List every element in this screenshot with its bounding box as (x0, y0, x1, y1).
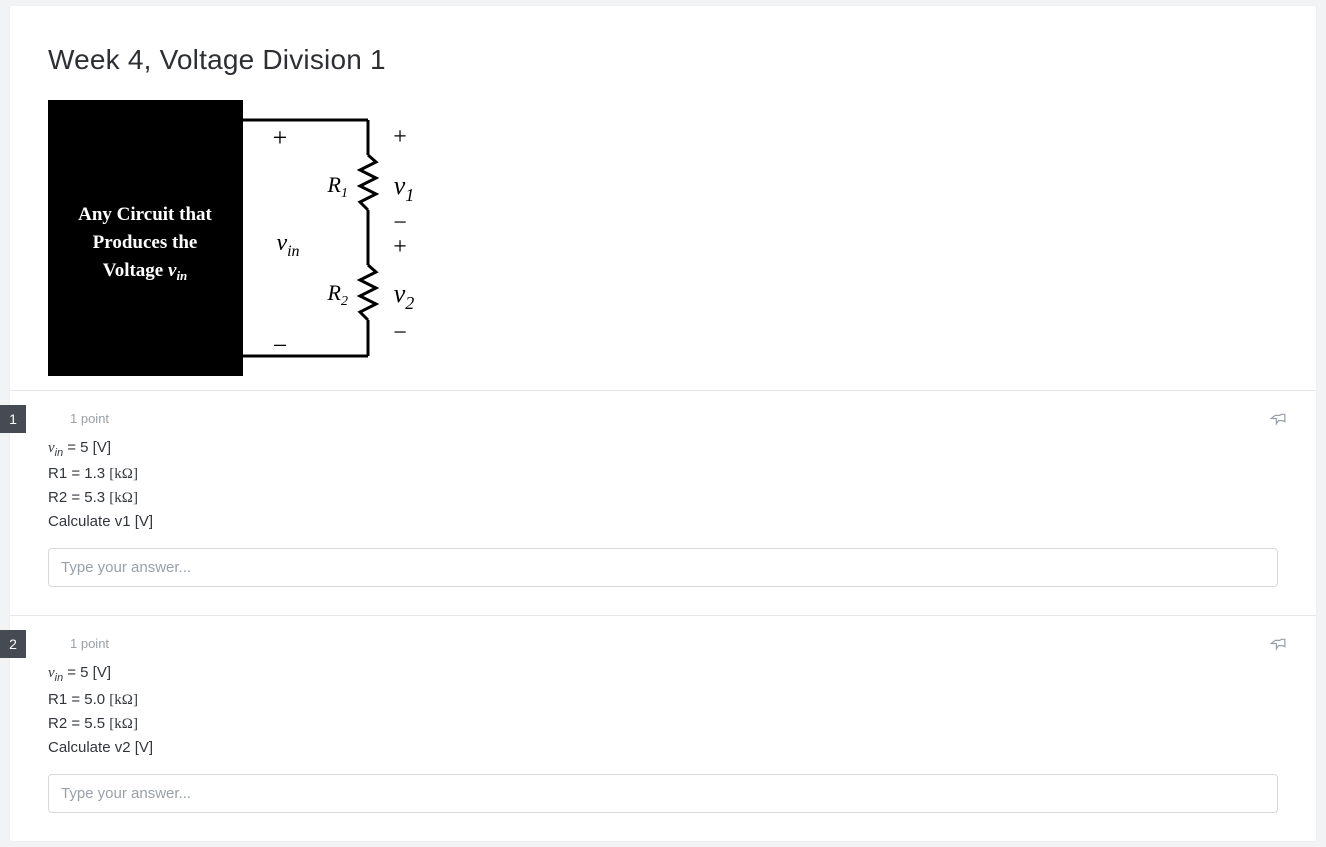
svg-text:Voltage vin: Voltage vin (103, 260, 188, 283)
svg-text:R1: R1 (327, 172, 348, 201)
svg-text:v1: v1 (394, 171, 415, 205)
pin-icon[interactable] (1270, 409, 1288, 427)
svg-text:Produces the: Produces the (93, 232, 198, 253)
svg-text:+: + (393, 234, 407, 260)
circuit-diagram: Any Circuit that Produces the Voltage vi… (48, 100, 428, 376)
question-number-badge: 1 (0, 405, 26, 433)
svg-text:R2: R2 (327, 280, 348, 309)
svg-text:−: − (273, 331, 288, 360)
pin-icon[interactable] (1270, 634, 1288, 652)
svg-text:−: − (393, 320, 407, 346)
assignment-card: Week 4, Voltage Division 1 Any Circuit t… (10, 6, 1316, 841)
question-text: vin = 5 [V] R1 = 1.3 [kΩ] R2 = 5.3 [kΩ] … (48, 436, 1278, 534)
question-points: 1 point (70, 411, 1278, 426)
question-2-block: 2 1 point vin = 5 [V] R1 = 5.0 [kΩ] R2 =… (10, 615, 1316, 820)
question-number-badge: 2 (0, 630, 26, 658)
svg-text:+: + (273, 123, 288, 152)
svg-text:v2: v2 (394, 279, 415, 313)
question-1-block: 1 1 point vin = 5 [V] R1 = 1.3 [kΩ] R2 =… (10, 390, 1316, 615)
answer-input-1[interactable] (48, 548, 1278, 587)
page-title: Week 4, Voltage Division 1 (48, 44, 1278, 76)
svg-text:Any Circuit that: Any Circuit that (78, 204, 212, 225)
question-points: 1 point (70, 636, 1278, 651)
svg-text:−: − (393, 210, 407, 236)
answer-input-2[interactable] (48, 774, 1278, 813)
question-text: vin = 5 [V] R1 = 5.0 [kΩ] R2 = 5.5 [kΩ] … (48, 661, 1278, 759)
svg-text:vin: vin (276, 230, 299, 260)
svg-text:+: + (393, 124, 407, 150)
